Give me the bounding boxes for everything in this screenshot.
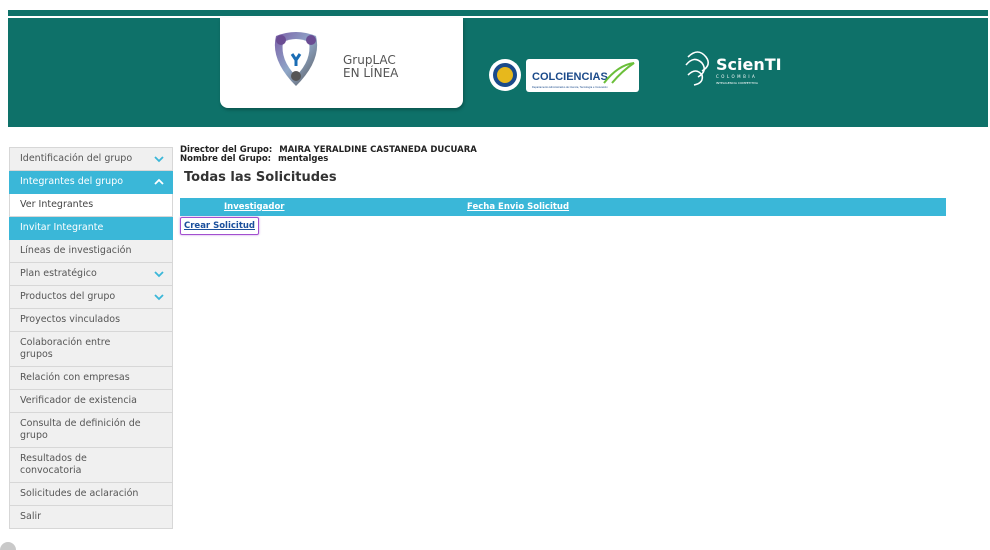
sidebar-item-label: Solicitudes de aclaración xyxy=(20,488,139,499)
page-title: Todas las Solicitudes xyxy=(184,170,337,185)
sidebar-item-lineas[interactable]: Líneas de investigación xyxy=(9,240,173,263)
sidebar-item-solicitudes[interactable]: Solicitudes de aclaración xyxy=(9,483,173,506)
create-request-link[interactable]: Crear Solicitud xyxy=(180,217,260,235)
column-header-investigador[interactable]: Investigador xyxy=(224,202,285,212)
gruplac-logo-text: GrupLAC EN LÍNEA xyxy=(343,54,398,80)
sidebar-item-label: Resultados de convocatoria xyxy=(20,453,87,476)
group-value: mentalges xyxy=(278,154,329,164)
column-header-fecha-envio[interactable]: Fecha Envio Solicitud xyxy=(467,202,569,212)
sidebar-item-label: Consulta de definición de grupo xyxy=(20,418,141,441)
sidebar-item-label: Líneas de investigación xyxy=(20,245,132,256)
sidebar-item-salir[interactable]: Salir xyxy=(9,506,173,529)
sidebar-item-label: Plan estratégico xyxy=(20,268,97,279)
chevron-down-icon xyxy=(154,294,164,301)
sidebar-item-label: Invitar Integrante xyxy=(20,222,104,233)
header-top-stripe xyxy=(8,10,988,16)
scienti-label: ScienTI xyxy=(716,55,782,74)
sidebar-item-proyectos[interactable]: Proyectos vinculados xyxy=(9,309,173,332)
colciencias-label: COLCIENCIAS xyxy=(532,71,608,83)
sidebar-item-label: Salir xyxy=(20,511,42,522)
sidebar-item-label: Identificación del grupo xyxy=(20,153,133,164)
bottom-edge-shape xyxy=(0,542,16,550)
sidebar-subitem-ver-integrantes[interactable]: Ver Integrantes xyxy=(9,194,173,217)
logo-line-2: EN LÍNEA xyxy=(343,66,399,80)
main-content: Director del Grupo: MAIRA YERALDINE CAST… xyxy=(180,146,950,235)
sidebar-item-relacion[interactable]: Relación con empresas xyxy=(9,367,173,390)
sidebar-item-colaboracion[interactable]: Colaboración entre grupos xyxy=(9,332,173,367)
gruplac-shield-icon xyxy=(274,32,318,86)
sidebar-item-label: Ver Integrantes xyxy=(20,199,94,210)
sidebar-item-label: Relación con empresas xyxy=(20,372,130,383)
gruplac-logo-card[interactable]: GrupLAC EN LÍNEA xyxy=(220,18,463,108)
table-header: Investigador Fecha Envio Solicitud xyxy=(180,198,946,216)
sidebar-item-plan[interactable]: Plan estratégico xyxy=(9,263,173,286)
sidebar-subitem-invitar-integrante[interactable]: Invitar Integrante xyxy=(9,217,173,240)
chevron-down-icon xyxy=(154,156,164,163)
scienti-logo: ScienTI COLOMBIA INTELIGENCIA COMPETITIV… xyxy=(685,51,782,86)
scienti-sub: COLOMBIA xyxy=(716,74,757,79)
chevron-down-icon xyxy=(154,271,164,278)
sidebar-item-label: Verificador de existencia xyxy=(20,395,138,406)
sidebar-item-identificacion[interactable]: Identificación del grupo xyxy=(9,147,173,171)
scienti-tag: INTELIGENCIA COMPETITIVA xyxy=(716,81,759,85)
sidebar-item-label: Productos del grupo xyxy=(20,291,116,302)
sidebar-item-resultados[interactable]: Resultados de convocatoria xyxy=(9,448,173,483)
group-label: Nombre del Grupo: xyxy=(180,154,272,164)
colciencias-sub: Departamento Administrativo de Ciencia, … xyxy=(532,85,608,89)
sidebar: Identificación del grupo Integrantes del… xyxy=(9,147,173,529)
sidebar-item-integrantes[interactable]: Integrantes del grupo xyxy=(9,171,173,194)
chevron-up-icon xyxy=(154,178,164,185)
sidebar-item-consulta[interactable]: Consulta de definición de grupo xyxy=(9,413,173,448)
sidebar-item-productos[interactable]: Productos del grupo xyxy=(9,286,173,309)
sidebar-item-label: Proyectos vinculados xyxy=(20,314,121,325)
sidebar-item-label: Integrantes del grupo xyxy=(20,176,124,187)
sidebar-item-label: Colaboración entre grupos xyxy=(20,337,111,360)
sidebar-item-verificador[interactable]: Verificador de existencia xyxy=(9,390,173,413)
colciencias-logo: COLCIENCIAS Departamento Administrativo … xyxy=(489,59,639,92)
group-line: Nombre del Grupo: mentalges xyxy=(180,155,950,164)
site-header: GrupLAC EN LÍNEA COLCIENCIAS Departament… xyxy=(8,18,988,127)
